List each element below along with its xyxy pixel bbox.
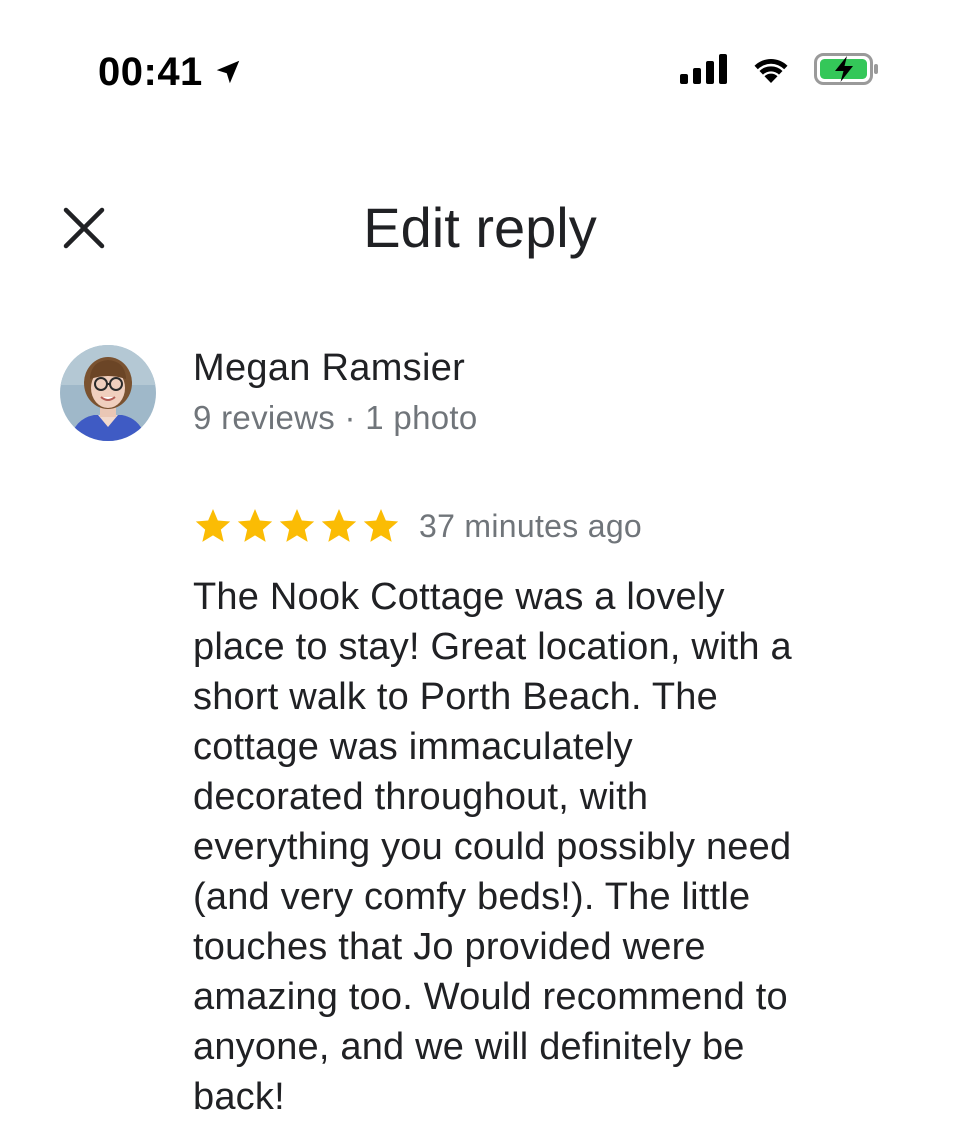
status-bar: 00:41 [0,0,960,140]
review-time-ago: 37 minutes ago [419,507,643,544]
status-time: 00:41 [98,50,203,94]
reviewer-name[interactable]: Megan Ramsier [193,346,465,390]
rating-row: 37 minutes ago [193,504,642,548]
header: Edit reply [0,180,960,280]
location-arrow-icon [216,60,240,84]
star-icon [363,509,399,542]
review-text: The Nook Cottage was a lovely place to s… [193,576,792,1118]
avatar-photo [60,345,156,441]
wifi-icon [754,59,788,83]
reviewer-meta: 9 reviews · 1 photo [193,399,478,436]
page-title: Edit reply [363,196,597,259]
star-icon [237,509,273,542]
star-icon [321,509,357,542]
star-icon [279,509,315,542]
status-time-group: 00:41 [98,50,243,94]
battery-charging-icon [814,53,878,85]
star-icon [195,509,231,542]
cellular-signal-icon [680,54,727,84]
star-rating [193,506,401,546]
avatar[interactable] [60,345,156,441]
status-icons [680,52,880,86]
